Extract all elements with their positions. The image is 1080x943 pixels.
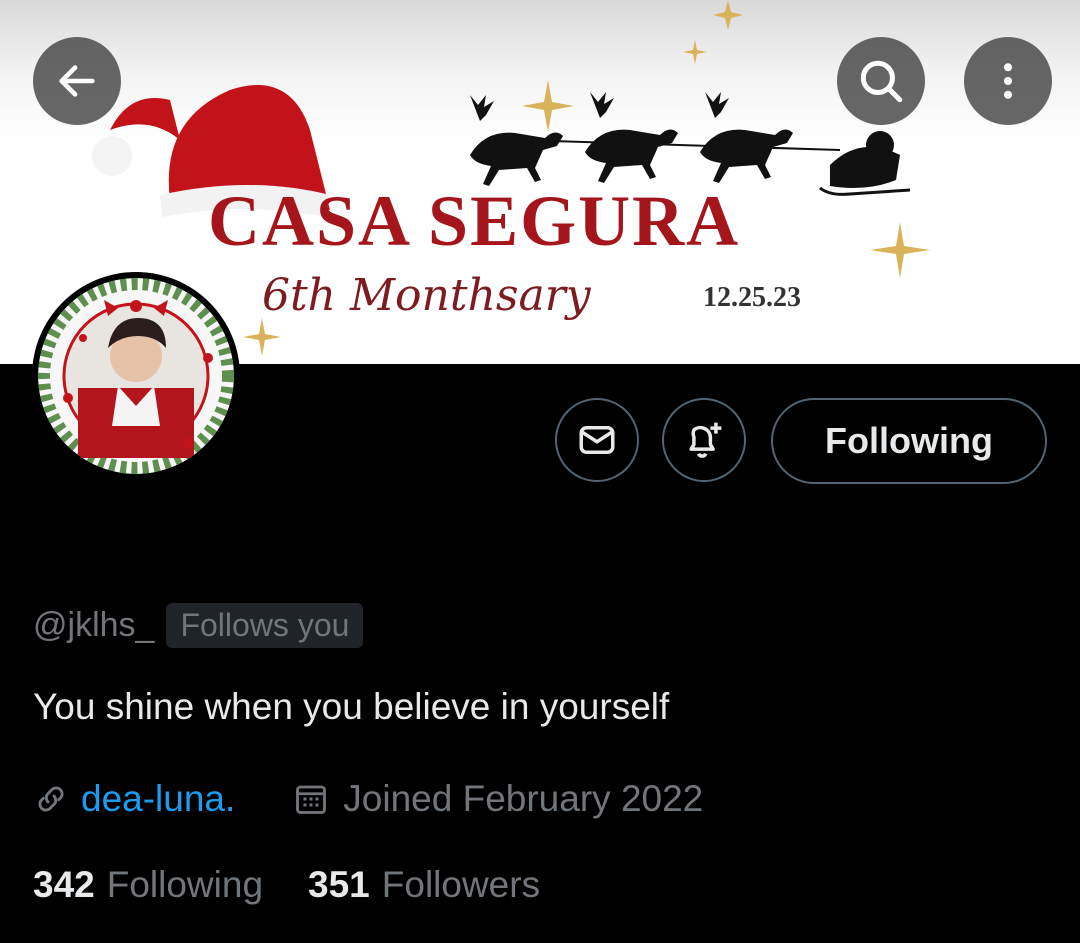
avatar-image <box>38 278 234 474</box>
profile-bio: You shine when you believe in yourself <box>33 686 670 727</box>
handle-row: @jklhs_ Follows you <box>33 600 364 650</box>
more-vertical-icon <box>1003 63 1013 99</box>
notifications-button[interactable] <box>662 398 746 482</box>
search-icon <box>860 60 903 103</box>
following-label: Following <box>106 864 264 905</box>
profile-avatar[interactable] <box>32 272 240 480</box>
back-button[interactable] <box>33 37 121 125</box>
followers-count-link[interactable]: 351 Followers <box>308 864 540 906</box>
link-icon <box>33 781 69 817</box>
follows-you-badge: Follows you <box>166 602 364 648</box>
search-button[interactable] <box>837 37 925 125</box>
follow-counts: 342 Following 351 Followers <box>33 858 540 912</box>
envelope-icon <box>579 426 615 454</box>
more-options-button[interactable] <box>964 37 1052 125</box>
banner-title: CASA SEGURA <box>208 181 741 261</box>
joined-date: Joined February 2022 <box>343 778 704 819</box>
profile-meta: dea-luna. Joined February 2022 <box>33 772 703 826</box>
user-handle: @jklhs_ <box>33 605 155 644</box>
message-button[interactable] <box>555 398 639 482</box>
bell-plus-icon <box>689 422 722 458</box>
arrow-left-icon <box>59 65 95 97</box>
following-count: 342 <box>33 864 95 905</box>
banner-date: 12.25.23 <box>703 282 801 313</box>
followers-label: Followers <box>381 864 541 905</box>
profile-link[interactable]: dea-luna. <box>81 778 235 820</box>
followers-count: 351 <box>308 864 370 905</box>
following-button[interactable]: Following <box>771 398 1047 484</box>
calendar-icon <box>293 781 329 817</box>
banner-subtitle: 6th Monthsary <box>262 270 591 321</box>
following-count-link[interactable]: 342 Following <box>33 864 263 906</box>
